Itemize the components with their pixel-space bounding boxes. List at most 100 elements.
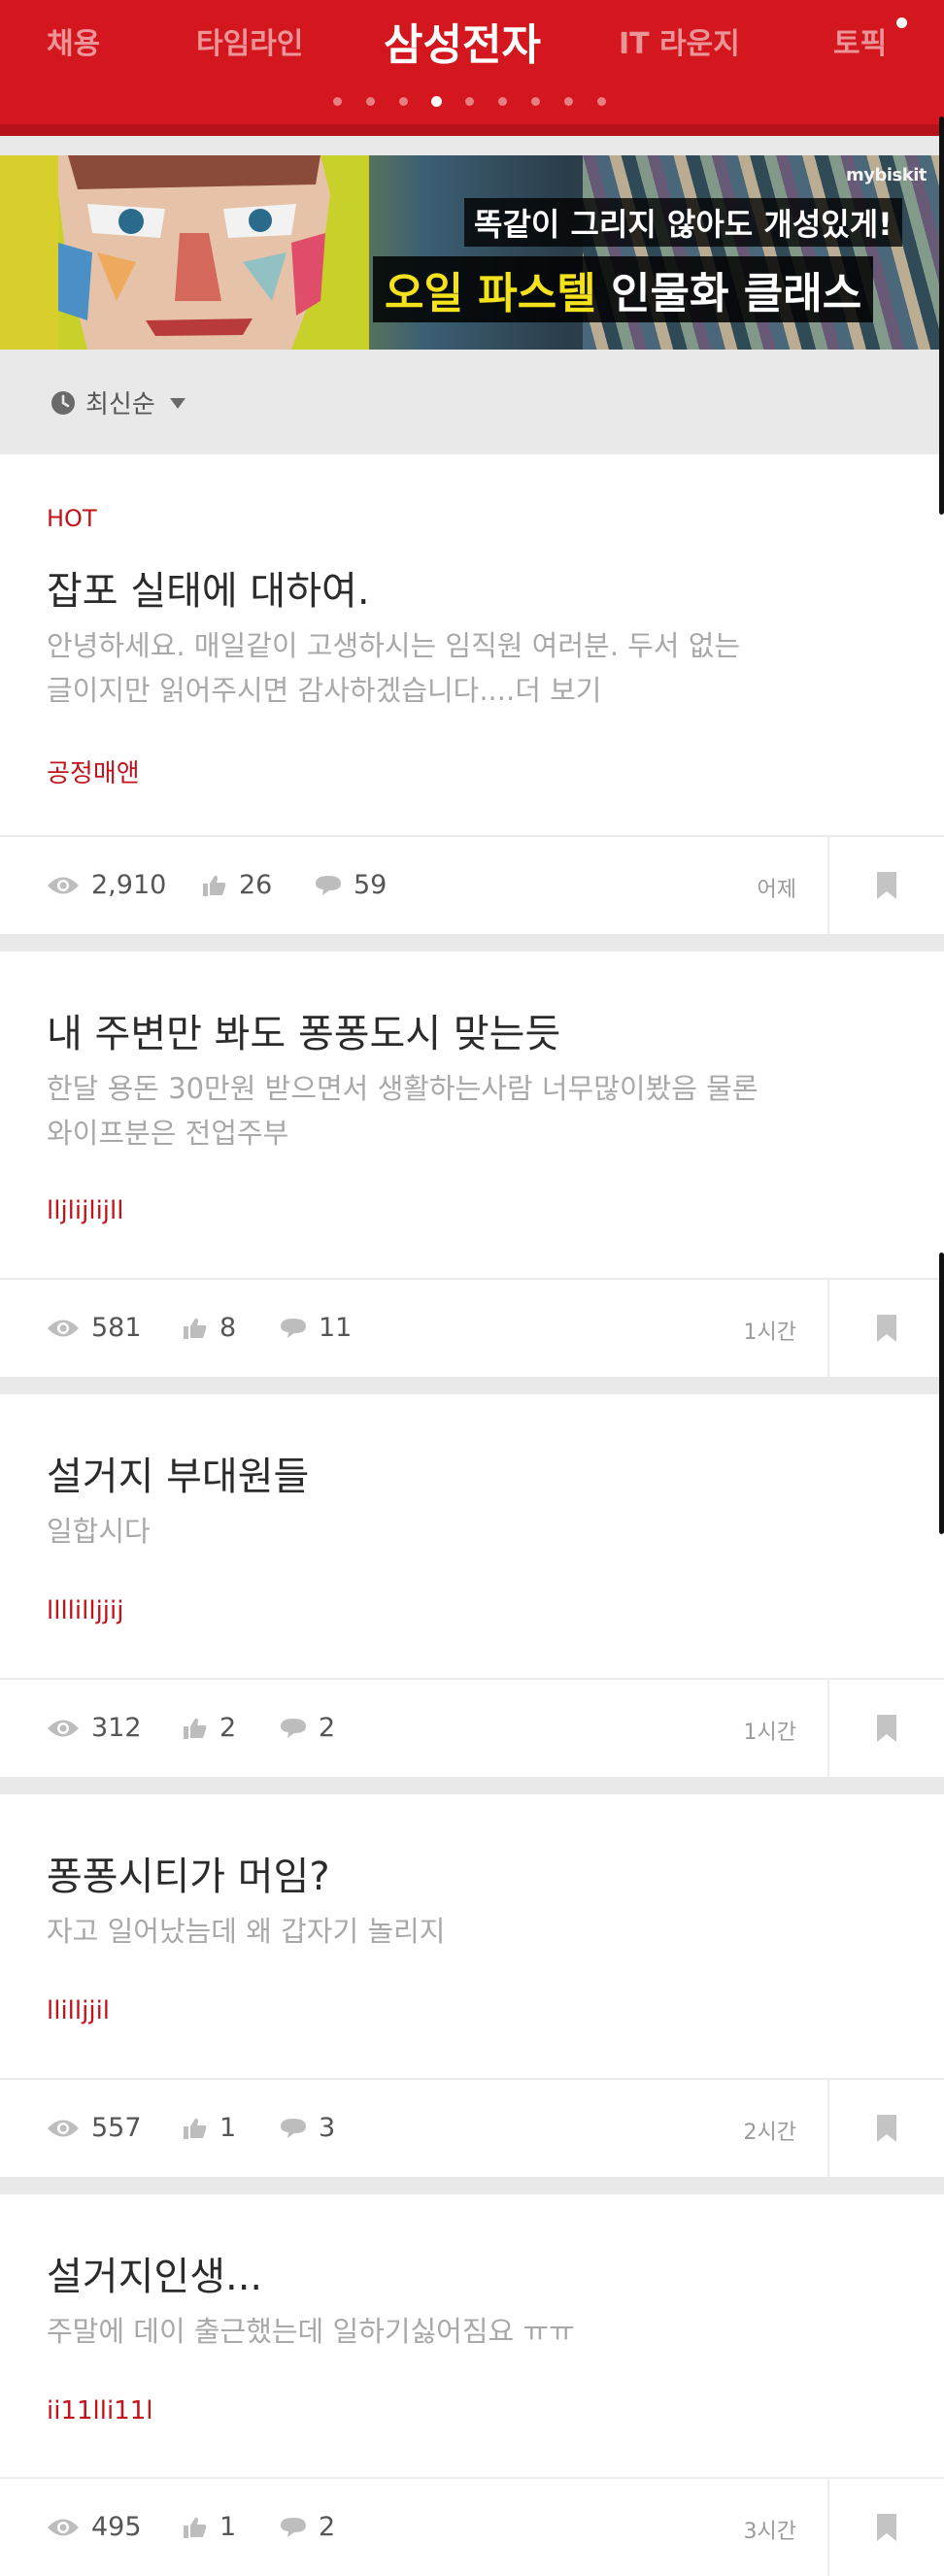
like-count-value: 1 <box>219 2512 237 2542</box>
page-dot-active <box>431 96 442 107</box>
post-time: 1시간 <box>743 1321 796 1345</box>
post-title[interactable]: 잡포 실태에 대하여. <box>47 559 370 616</box>
page-dot <box>333 97 342 106</box>
like-count[interactable]: 1 <box>183 2512 236 2542</box>
post-preview[interactable]: 주말에 데이 출근했는데 일하기싫어짐요 ㅠㅠ <box>47 2309 872 2354</box>
post-title[interactable]: 퐁퐁시티가 머임? <box>47 1845 330 1901</box>
post-author[interactable]: llilljjil <box>47 1996 110 2025</box>
view-count: 581 <box>47 1313 142 1343</box>
thumbs-up-icon <box>184 1718 207 1739</box>
comment-count-value: 2 <box>319 2512 336 2542</box>
comment-icon <box>316 875 341 895</box>
view-count: 2,910 <box>47 870 166 900</box>
post-preview[interactable]: 일합시다 <box>47 1509 872 1554</box>
view-count-value: 557 <box>91 2113 142 2143</box>
tab-timeline[interactable]: 타임라인 <box>196 19 303 62</box>
view-count-value: 2,910 <box>91 870 167 900</box>
comment-count[interactable]: 11 <box>280 1313 352 1343</box>
post-author[interactable]: ii11lli11l <box>47 2396 153 2425</box>
bookmark-icon <box>877 1315 896 1342</box>
comment-icon <box>281 1718 306 1738</box>
post-author[interactable]: 공정매앤 <box>47 753 140 789</box>
banner-title-highlight: 오일 파스텔 <box>385 269 596 318</box>
post-title[interactable]: 설거지인생... <box>47 2245 262 2301</box>
comment-count-value: 59 <box>354 870 388 900</box>
post-footer: 557 1 3 2시간 <box>0 2078 944 2177</box>
tab-topic[interactable]: 토픽 <box>833 19 887 62</box>
eye-icon <box>48 2120 79 2136</box>
eye-icon <box>48 1720 79 1736</box>
post-author[interactable]: lljlijlijll <box>47 1196 123 1225</box>
view-count: 312 <box>47 1713 142 1743</box>
post-card[interactable]: 퐁퐁시티가 머임? 자고 일어났늠데 왜 갑자기 놀리지 llilljjil 5… <box>0 1794 944 2177</box>
comment-icon <box>281 1318 306 1338</box>
post-card[interactable]: 설거지 부대원들 일합시다 llllilljjij 312 2 2 1시간 <box>0 1394 944 1777</box>
banner-title-rest: 인물화 클래스 <box>611 269 862 318</box>
page-dot <box>597 97 606 106</box>
sort-dropdown[interactable]: 최신순 <box>51 385 186 420</box>
thumbs-up-icon <box>184 1318 207 1339</box>
app-header: 채용 타임라인 삼성전자 IT 라운지 토픽 <box>0 0 944 136</box>
post-author[interactable]: llllilljjij <box>47 1596 123 1625</box>
page-dot <box>399 97 408 106</box>
bookmark-button[interactable] <box>827 837 944 934</box>
post-title[interactable]: 설거지 부대원들 <box>47 1445 309 1501</box>
page-dot <box>531 97 540 106</box>
page-dot <box>498 97 507 106</box>
bookmark-icon <box>877 2514 896 2541</box>
bookmark-icon <box>877 2115 896 2142</box>
hot-badge: HOT <box>47 505 97 532</box>
post-footer: 312 2 2 1시간 <box>0 1678 944 1777</box>
like-count-value: 26 <box>239 870 273 900</box>
post-card[interactable]: 내 주변만 봐도 퐁퐁도시 맞는듯 한달 용돈 30만원 받으면서 생활하는사람… <box>0 952 944 1377</box>
view-count: 557 <box>47 2113 142 2143</box>
ad-banner[interactable]: mybiskit 똑같이 그리지 않아도 개성있게! 오일 파스텔 인물화 클래… <box>0 155 944 350</box>
page-dot <box>465 97 474 106</box>
tab-samsung[interactable]: 삼성전자 <box>384 10 541 72</box>
comment-count[interactable]: 59 <box>315 870 387 900</box>
thumbs-up-icon <box>203 875 226 896</box>
view-count-value: 312 <box>91 1713 142 1743</box>
post-title[interactable]: 내 주변만 봐도 퐁퐁도시 맞는듯 <box>47 1002 560 1058</box>
tab-it-lounge[interactable]: IT 라운지 <box>619 19 740 62</box>
post-card[interactable]: HOT 잡포 실태에 대하여. 안녕하세요. 매일같이 고생하시는 임직원 여러… <box>0 454 944 934</box>
bookmark-button[interactable] <box>827 2479 944 2576</box>
page-dot <box>564 97 573 106</box>
page-dot <box>366 97 375 106</box>
post-preview[interactable]: 자고 일어났늠데 왜 갑자기 놀리지 <box>47 1909 872 1954</box>
banner-title: 오일 파스텔 인물화 클래스 <box>373 256 874 322</box>
bookmark-button[interactable] <box>827 2080 944 2177</box>
post-time: 3시간 <box>743 2520 796 2544</box>
header-shadow-strip <box>0 124 944 136</box>
new-indicator-dot <box>896 17 907 28</box>
post-footer: 495 1 2 3시간 <box>0 2477 944 2576</box>
post-card[interactable]: 설거지인생... 주말에 데이 출근했는데 일하기싫어짐요 ㅠㅠ ii11lli… <box>0 2194 944 2576</box>
like-count[interactable]: 1 <box>183 2113 236 2143</box>
bookmark-icon <box>877 872 896 899</box>
tab-jobs[interactable]: 채용 <box>47 19 100 62</box>
eye-icon <box>48 1320 79 1336</box>
like-count-value: 8 <box>219 1313 237 1343</box>
like-count[interactable]: 26 <box>202 870 272 900</box>
clock-icon <box>51 390 75 415</box>
bookmark-button[interactable] <box>827 1280 944 1377</box>
banner-subtitle: 똑같이 그리지 않아도 개성있게! <box>464 198 902 247</box>
eye-icon <box>48 877 79 893</box>
like-count[interactable]: 2 <box>183 1713 236 1743</box>
chevron-down-icon <box>169 397 185 409</box>
post-preview[interactable]: 한달 용돈 30만원 받으면서 생활하는사람 너무많이봤음 물론 와이프분은 전… <box>47 1066 872 1155</box>
comment-count[interactable]: 2 <box>280 1713 335 1743</box>
post-time: 1시간 <box>743 1721 796 1745</box>
comment-icon <box>281 2517 306 2537</box>
bookmark-button[interactable] <box>827 1680 944 1777</box>
device-edge <box>939 117 944 515</box>
like-count[interactable]: 8 <box>183 1313 236 1343</box>
eye-icon <box>48 2519 79 2535</box>
comment-count-value: 2 <box>319 1713 336 1743</box>
comment-count[interactable]: 2 <box>280 2512 335 2542</box>
comment-count-value: 3 <box>319 2113 336 2143</box>
banner-brand-logo: mybiskit <box>845 165 927 185</box>
comment-count[interactable]: 3 <box>280 2113 335 2143</box>
view-count: 495 <box>47 2512 142 2542</box>
post-preview[interactable]: 안녕하세요. 매일같이 고생하시는 임직원 여러분. 두서 없는 글이지만 읽어… <box>47 623 872 713</box>
